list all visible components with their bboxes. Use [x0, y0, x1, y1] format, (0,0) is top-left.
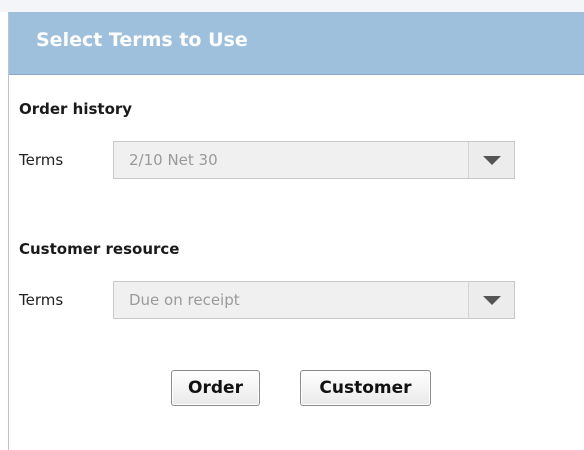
page: Select Terms to Use Order history Terms … [0, 0, 584, 450]
customer-resource-terms-label: Terms [19, 291, 64, 309]
order-button[interactable]: Order [171, 370, 260, 406]
select-terms-dialog: Select Terms to Use Order history Terms … [8, 12, 584, 450]
order-history-terms-combobox[interactable]: 2/10 Net 30 [113, 141, 515, 179]
customer-resource-heading: Customer resource [19, 240, 180, 258]
dialog-title: Select Terms to Use [36, 29, 248, 51]
order-history-terms-dropdown-button[interactable] [468, 142, 514, 178]
customer-resource-terms-dropdown-button[interactable] [468, 282, 514, 318]
order-history-terms-value: 2/10 Net 30 [129, 151, 218, 169]
background-window-strip [0, 0, 584, 12]
order-history-heading: Order history [19, 100, 133, 118]
customer-resource-terms-value: Due on receipt [129, 291, 240, 309]
dialog-titlebar: Select Terms to Use [9, 12, 584, 75]
order-history-terms-label: Terms [19, 151, 64, 169]
customer-button[interactable]: Customer [300, 370, 431, 406]
chevron-down-icon [483, 296, 501, 305]
chevron-down-icon [483, 156, 501, 165]
customer-resource-terms-combobox[interactable]: Due on receipt [113, 281, 515, 319]
